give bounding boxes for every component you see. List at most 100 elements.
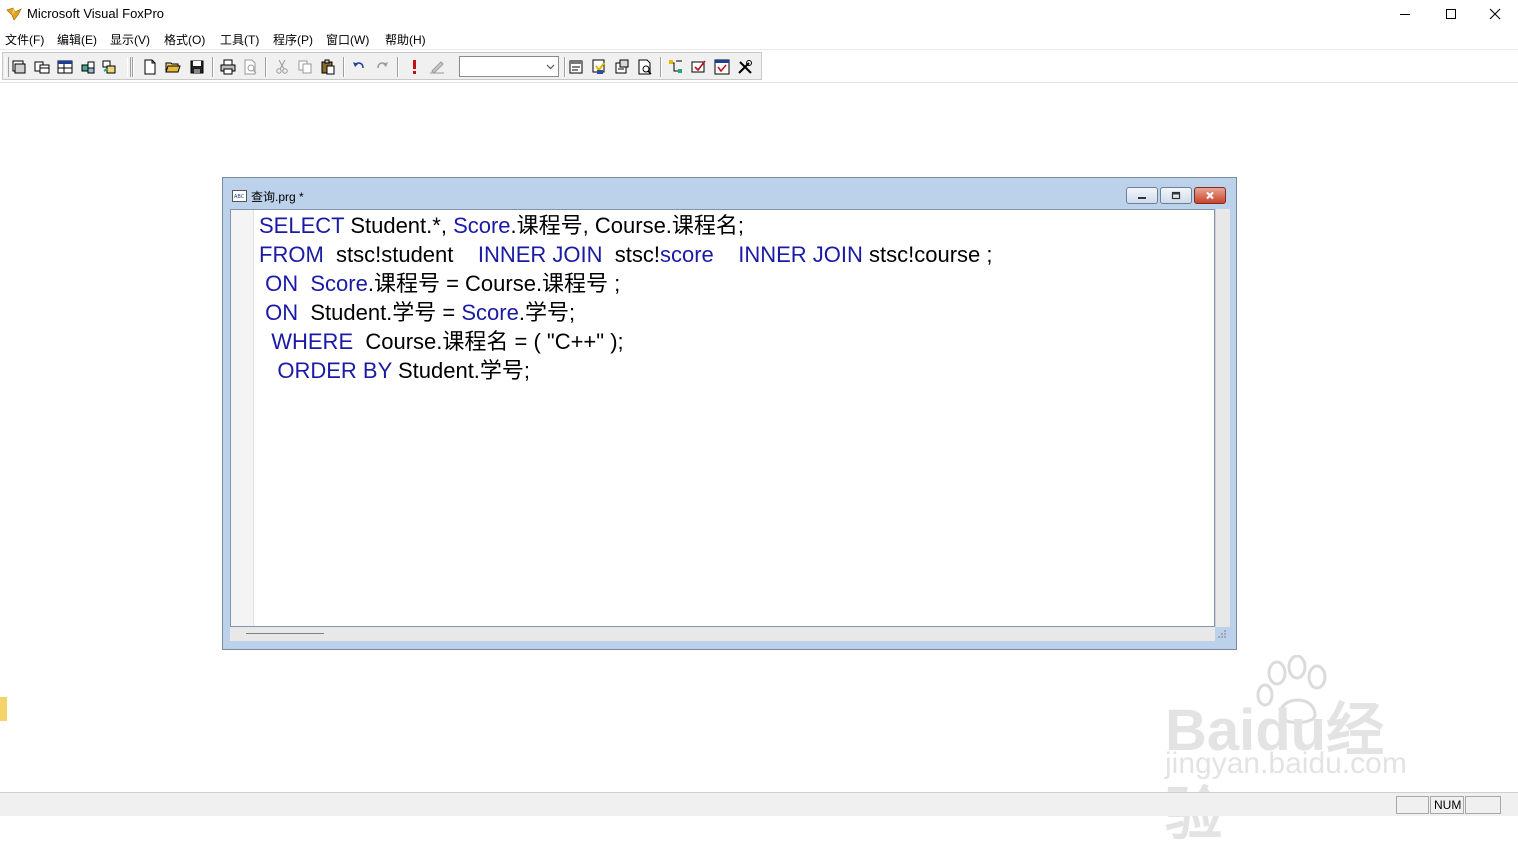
vertical-scrollbar[interactable] [1215, 209, 1230, 627]
modify-form-button[interactable] [427, 57, 447, 77]
side-tab[interactable] [0, 697, 7, 721]
paste-icon [321, 59, 335, 75]
browse-button[interactable] [55, 57, 75, 77]
class-browser-button[interactable] [666, 57, 686, 77]
code-text: Student.学号 = [304, 300, 462, 325]
component-gallery-icon [714, 59, 730, 75]
code-text: stsc!course ; [869, 242, 993, 267]
restore-icon [1171, 191, 1181, 200]
run-button[interactable] [404, 57, 424, 77]
menu-item-0[interactable]: 文件(F) [5, 31, 44, 48]
new-file-icon [144, 59, 156, 75]
menu-item-1[interactable]: 编辑(E) [57, 31, 97, 48]
code-text: stsc! [608, 242, 660, 267]
code-keyword: Score [461, 300, 519, 325]
code-line[interactable]: ON Student.学号 = Score.学号; [259, 300, 575, 326]
properties-icon [615, 59, 629, 74]
toolbar-separator [265, 57, 267, 77]
open-folder-icon [165, 62, 181, 73]
data-session-button[interactable] [589, 57, 609, 77]
code-text: Student.学号; [397, 358, 531, 383]
resize-grip-icon[interactable] [1217, 629, 1227, 639]
maximize-button[interactable] [1428, 0, 1474, 28]
table-icon [34, 61, 50, 74]
menu-item-5[interactable]: 程序(P) [273, 31, 313, 48]
cut-button[interactable] [272, 57, 292, 77]
object-browser-button[interactable] [689, 57, 709, 77]
watermark-url: jingyan.baidu.com [1165, 747, 1407, 780]
minimize-button[interactable] [1382, 0, 1428, 28]
code-keyword: ON [259, 300, 305, 325]
editor-minimize-button[interactable] [1126, 187, 1158, 204]
num-lock-indicator: NUM [1434, 798, 1462, 812]
horizontal-scrollbar[interactable] [230, 627, 1215, 641]
code-text: .课程号 = Course.课程号 ; [367, 271, 621, 296]
browse-icon [57, 60, 73, 74]
document-view-icon [638, 59, 652, 75]
minimize-icon [1138, 196, 1146, 199]
print-preview-button[interactable] [241, 57, 261, 77]
save-button[interactable] [187, 57, 207, 77]
exclamation-icon [413, 60, 416, 74]
coverage-profiler-button[interactable] [735, 57, 755, 77]
toolbar-grip-2[interactable] [127, 57, 131, 77]
code-line[interactable]: ON Score.课程号 = Course.课程号 ; [259, 271, 620, 297]
code-keyword: SELECT [259, 213, 351, 238]
object-browser-icon [691, 60, 706, 73]
code-line[interactable]: WHERE Course.课程名 = ( "C++" ); [259, 329, 623, 355]
database-button[interactable] [78, 57, 98, 77]
code-keyword: ON [259, 271, 305, 296]
new-button[interactable] [140, 57, 160, 77]
toolbar-separator [397, 57, 399, 77]
project-icon [102, 60, 116, 74]
program-editor-window[interactable]: ABC 查询.prg * SELECT Student.*, Score.课程号… [222, 177, 1237, 650]
redo-button[interactable] [372, 57, 392, 77]
code-text: Student.*, [350, 213, 454, 238]
table-button[interactable] [32, 57, 52, 77]
menu-item-3[interactable]: 格式(O) [164, 31, 205, 48]
editor-gutter [231, 210, 254, 626]
print-preview-icon [244, 59, 257, 75]
undo-button[interactable] [349, 57, 369, 77]
status-panel-num: NUM [1430, 796, 1464, 814]
foxpro-logo-icon [6, 7, 22, 21]
menu-item-7[interactable]: 帮助(H) [385, 31, 426, 48]
status-panel-caps [1396, 796, 1429, 814]
data-session-icon [592, 59, 605, 74]
menu-bar: 文件(F) 编辑(E) 显示(V) 格式(O) 工具(T) 程序(P) 窗口(W) 帮助(H) [0, 29, 1518, 49]
copy-button[interactable] [295, 57, 315, 77]
menu-item-4[interactable]: 工具(T) [220, 31, 259, 48]
form-designer-button[interactable] [9, 57, 29, 77]
code-keyword: WHERE [259, 329, 360, 354]
save-icon [190, 60, 204, 74]
code-editor[interactable]: SELECT Student.*, Score.课程号, Course.课程名;… [230, 209, 1215, 627]
code-line[interactable]: FROM stsc!student INNER JOIN stsc!score … [259, 242, 993, 268]
editor-restore-button[interactable] [1160, 187, 1192, 204]
database-icon [81, 61, 95, 74]
print-button[interactable] [218, 57, 238, 77]
close-button[interactable] [1472, 0, 1518, 28]
menu-item-6[interactable]: 窗口(W) [326, 31, 369, 48]
project-button[interactable] [99, 57, 119, 77]
command-window-button[interactable] [566, 57, 586, 77]
svg-text:ABC: ABC [234, 194, 245, 200]
paste-button[interactable] [318, 57, 338, 77]
properties-button[interactable] [612, 57, 632, 77]
menu-item-2[interactable]: 显示(V) [110, 31, 150, 48]
tools-icon [738, 60, 752, 74]
open-button[interactable] [163, 57, 183, 77]
horizontal-scroll-thumb[interactable] [246, 633, 324, 634]
database-combo[interactable] [459, 56, 559, 77]
title-bar: Microsoft Visual FoxPro [0, 0, 1518, 28]
code-line[interactable]: ORDER BY Student.学号; [259, 358, 530, 384]
code-line[interactable]: SELECT Student.*, Score.课程号, Course.课程名; [259, 213, 744, 239]
component-gallery-button[interactable] [712, 57, 732, 77]
printer-icon [220, 59, 236, 75]
editor-close-button[interactable] [1194, 187, 1226, 204]
document-view-button[interactable] [635, 57, 655, 77]
status-bar: NUM [0, 792, 1518, 816]
code-keyword: INNER JOIN [738, 242, 870, 267]
class-browser-icon [669, 60, 682, 73]
chevron-down-icon[interactable] [542, 57, 558, 76]
pencil-ruler-icon [430, 61, 444, 74]
